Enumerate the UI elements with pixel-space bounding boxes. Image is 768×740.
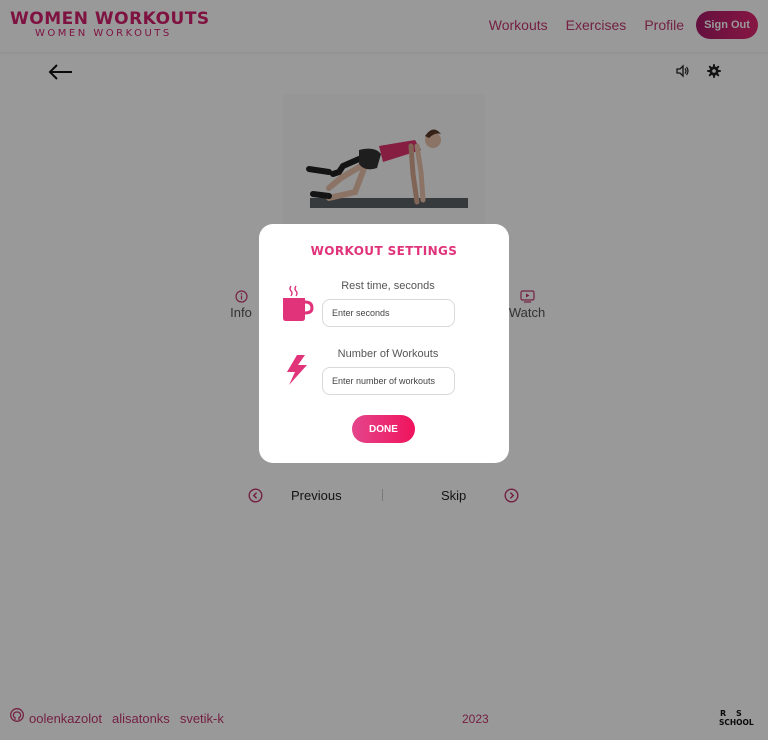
coffee-cup-icon <box>283 285 314 321</box>
modal-title: WORKOUT SETTINGS <box>310 244 458 258</box>
lightning-bolt-icon <box>287 355 307 385</box>
rest-time-label: Rest time, seconds <box>341 280 435 292</box>
done-button[interactable]: DONE <box>352 415 415 443</box>
workout-settings-modal: WORKOUT SETTINGS Rest time, seconds Numb… <box>259 224 509 463</box>
number-of-workouts-label: Number of Workouts <box>337 348 439 360</box>
rest-time-input[interactable] <box>322 299 455 327</box>
number-of-workouts-input[interactable] <box>322 367 455 395</box>
